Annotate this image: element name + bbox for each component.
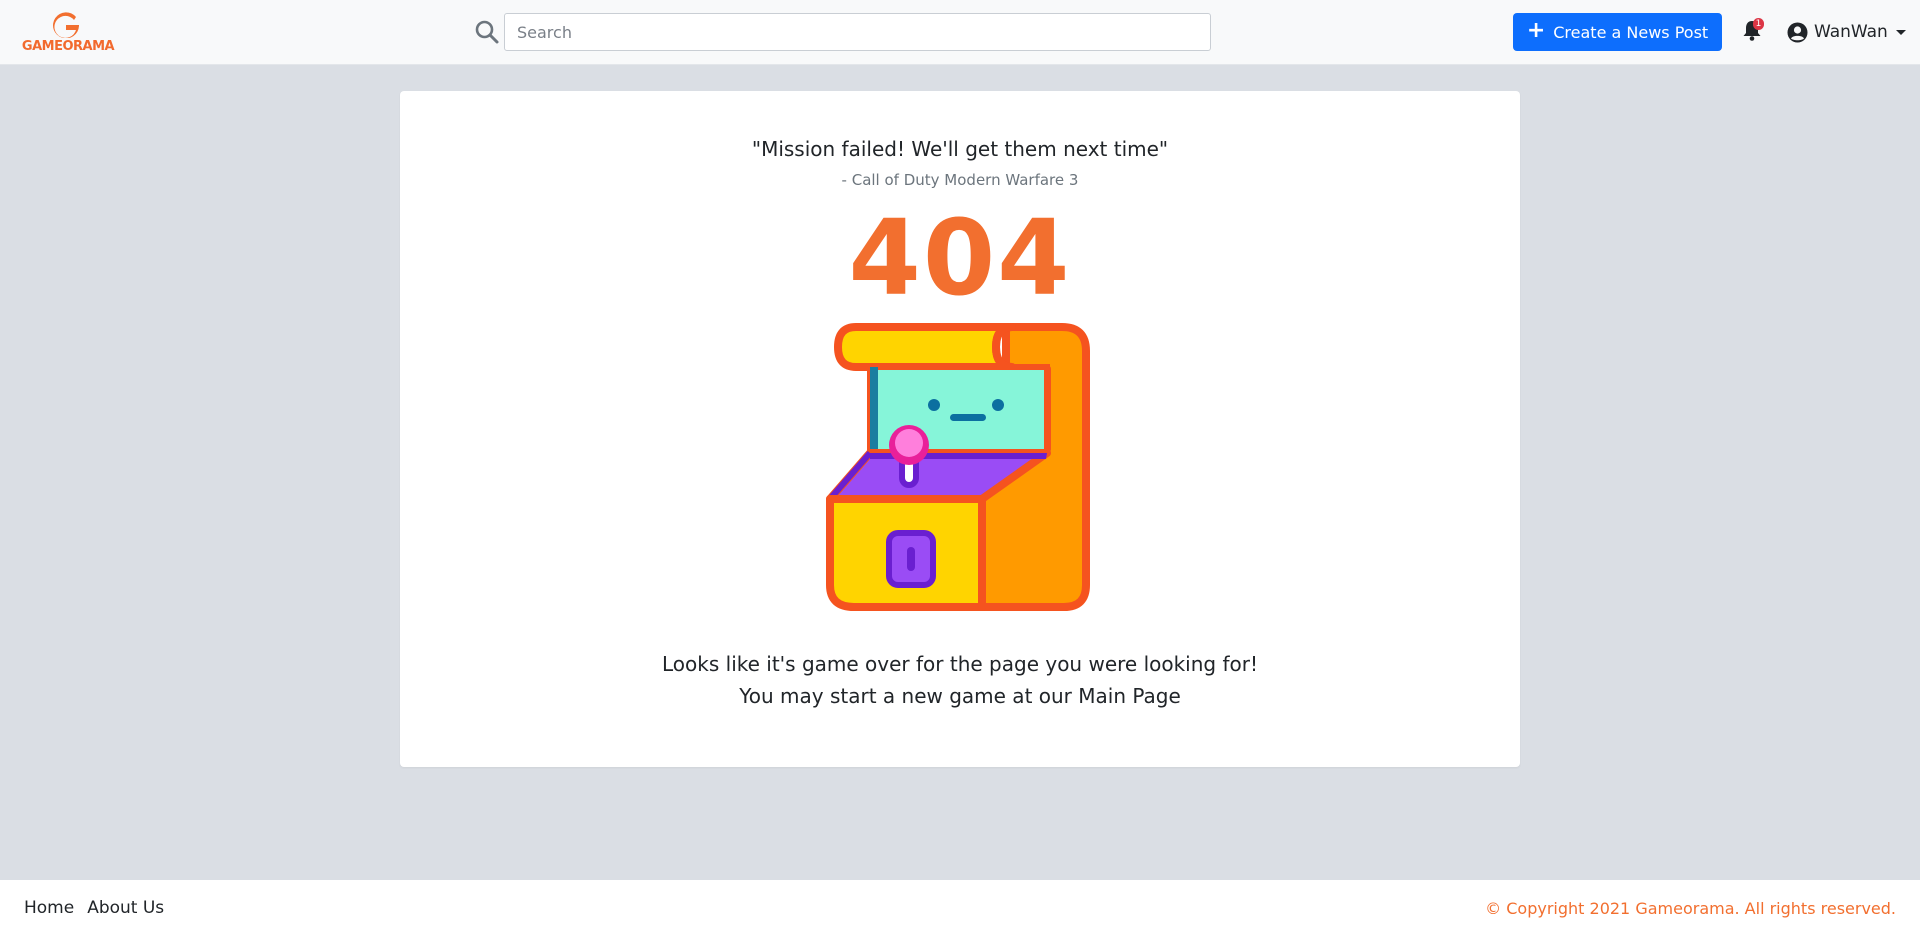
- create-news-post-label: Create a News Post: [1553, 22, 1709, 42]
- error-message-secondary: You may start a new game at our Main Pag…: [400, 684, 1520, 708]
- search-icon[interactable]: [474, 19, 500, 45]
- error-quote: "Mission failed! We'll get them next tim…: [751, 137, 1169, 161]
- user-menu[interactable]: WanWan: [1787, 18, 1906, 46]
- error-card: "Mission failed! We'll get them next tim…: [400, 91, 1520, 767]
- footer-link-about-us[interactable]: About Us: [87, 898, 164, 918]
- footer-link-home[interactable]: Home: [24, 898, 74, 918]
- error-code: 404: [848, 197, 1072, 319]
- logo-icon: [53, 12, 79, 38]
- notification-count-badge: 1: [1753, 18, 1764, 30]
- quote-source: - Call of Duty Modern Warfare 3: [841, 171, 1079, 189]
- error-message-prefix: You may start a new game at our: [739, 684, 1079, 708]
- error-message: Looks like it's game over for the page y…: [662, 652, 1258, 676]
- chevron-down-icon: [1895, 29, 1906, 35]
- notifications-button[interactable]: 1: [1742, 18, 1766, 44]
- main-page-link[interactable]: Main Page: [1078, 684, 1181, 708]
- plus-icon: +: [1526, 18, 1546, 43]
- top-navbar: GAMEORAMA + Create a News Post 1 WanWan: [0, 0, 1920, 65]
- user-circle-icon: [1787, 22, 1808, 42]
- arcade-machine-icon: [826, 323, 1090, 611]
- search-input[interactable]: [504, 13, 1211, 51]
- copyright-text: © Copyright 2021 Gameorama. All rights r…: [1485, 899, 1896, 918]
- brand-logo[interactable]: GAMEORAMA: [18, 10, 116, 56]
- footer-links: Home About Us: [24, 898, 164, 918]
- user-name: WanWan: [1814, 22, 1888, 42]
- logo-text: GAMEORAMA: [21, 39, 115, 54]
- create-news-post-button[interactable]: + Create a News Post: [1513, 13, 1722, 51]
- footer: Home About Us © Copyright 2021 Gameorama…: [0, 880, 1920, 937]
